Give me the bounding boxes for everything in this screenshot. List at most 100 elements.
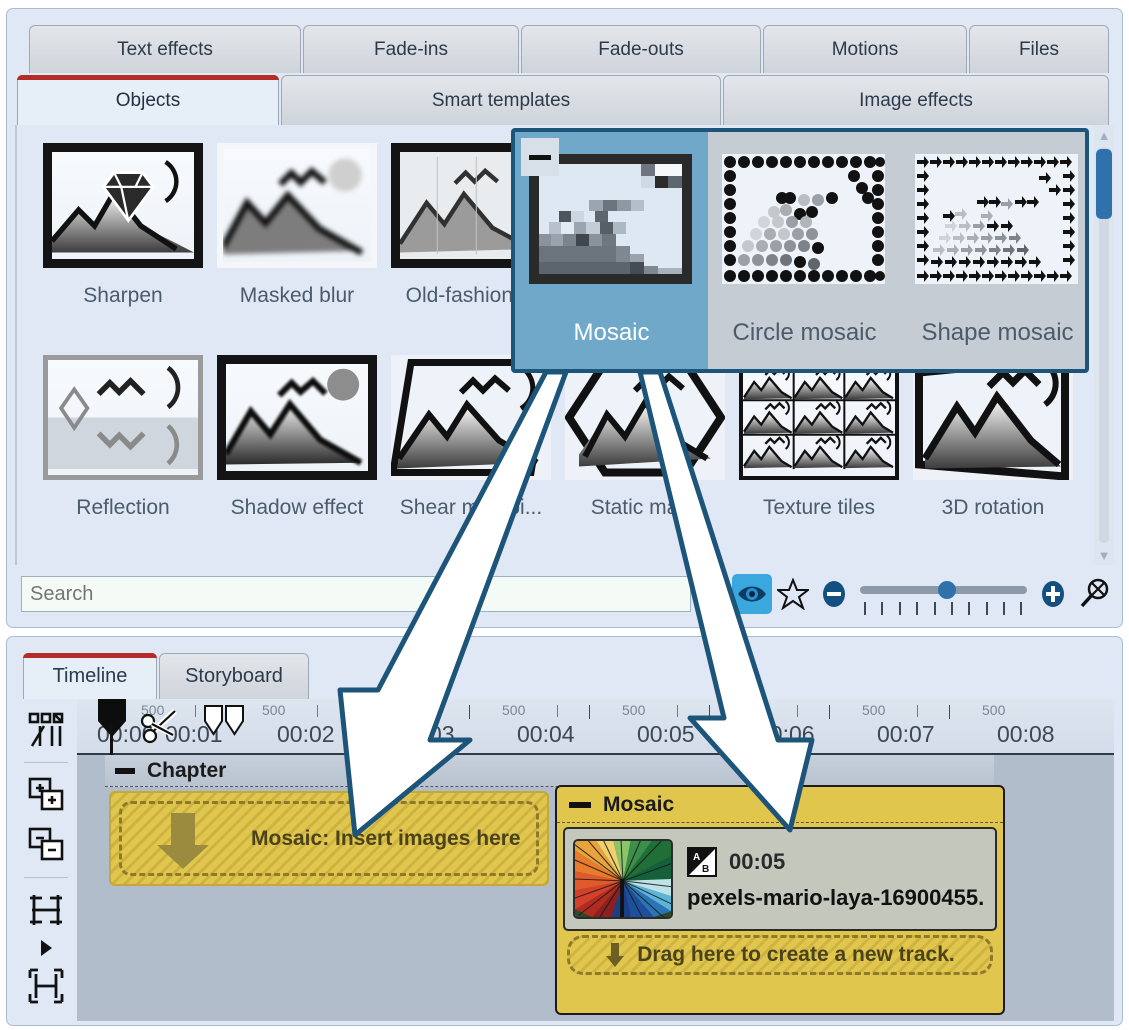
tab-label: Smart templates [432, 90, 570, 112]
effect-item-masked-blur[interactable]: Masked blur [207, 143, 387, 343]
plus-circle-icon[interactable] [1033, 572, 1074, 616]
ab-transition-icon: A B [687, 847, 717, 877]
clip-duration: 00:05 [729, 849, 785, 875]
mosaic-group-header[interactable]: Mosaic [557, 787, 1003, 823]
tab-label: Fade-outs [598, 39, 684, 61]
effect-label: Shadow effect [231, 496, 364, 520]
playhead-line [110, 725, 113, 757]
mosaic-track-group[interactable]: Mosaic [555, 785, 1005, 1015]
magnifier-reset-icon[interactable] [1073, 572, 1114, 616]
effect-label: 3D rotation [942, 496, 1045, 520]
slider-ticks [864, 602, 1023, 616]
popup-item-label: Mosaic [515, 319, 708, 347]
add-track-icon[interactable] [23, 772, 69, 818]
scissors-icon[interactable] [139, 705, 183, 750]
app-root: Text effects Fade-ins Fade-outs Motions … [0, 0, 1129, 1030]
ruler-time: 00:02 [277, 721, 335, 748]
static-mask-thumb [565, 355, 725, 480]
minimize-icon[interactable] [115, 768, 135, 774]
new-track-label: Drag here to create a new track. [637, 943, 954, 967]
fit-all-icon[interactable] [23, 963, 69, 1009]
svg-text:B: B [702, 864, 709, 875]
ruler-time: 00:04 [517, 721, 575, 748]
tab-storyboard[interactable]: Storyboard [159, 653, 309, 699]
minimize-icon[interactable] [569, 802, 591, 808]
popup-item-circle-mosaic[interactable]: Circle mosaic [708, 132, 901, 369]
effect-label: Masked blur [240, 284, 354, 308]
tab-text-effects[interactable]: Text effects [29, 25, 301, 73]
range-marker-icon[interactable] [203, 705, 247, 742]
umbrella-thumbnail [573, 839, 673, 919]
timeline-tracks: Chapter Mosaic: Insert images here [77, 755, 1114, 1021]
fit-height-icon[interactable] [23, 887, 69, 933]
search-input[interactable] [21, 576, 691, 612]
clip-filename: pexels-mario-laya-16900455. [687, 885, 984, 911]
effect-item-shear[interactable]: Shear ma...bi... [381, 355, 561, 555]
shear-thumb [391, 355, 551, 480]
effect-item-texture-tiles[interactable]: Texture tiles [729, 355, 909, 555]
effect-item-shadow-effect[interactable]: Shadow effect [207, 355, 387, 555]
tab-fade-outs[interactable]: Fade-outs [521, 25, 761, 73]
circle-mosaic-preview-thumb [722, 154, 885, 284]
cut-objects-icon[interactable] [23, 707, 69, 753]
effect-item-static-mask[interactable]: Static mask [555, 355, 735, 555]
tab-objects[interactable]: Objects [17, 75, 279, 125]
ruler-time: 00:03 [397, 721, 455, 748]
zoom-slider[interactable] [860, 574, 1027, 614]
tab-label: Motions [832, 39, 899, 61]
effect-label: Shear ma...bi... [400, 496, 542, 520]
clip-duration-row: A B 00:05 [687, 847, 984, 877]
reflection-thumb [43, 355, 203, 480]
tab-smart-templates[interactable]: Smart templates [281, 75, 721, 125]
effects-tabs-row-secondary: Objects Smart templates Image effects [7, 75, 1122, 125]
effects-grid-row-2: Reflection [15, 355, 1114, 555]
star-icon[interactable] [772, 572, 813, 616]
mosaic-group-label: Mosaic [603, 793, 674, 817]
effect-item-reflection[interactable]: Reflection [33, 355, 213, 555]
masked-blur-thumb [217, 143, 377, 268]
svg-text:A: A [693, 852, 700, 863]
timeline-ruler[interactable]: 500 500 500 500 500 500 [77, 699, 1114, 755]
mosaic-popup[interactable]: Mosaic [511, 128, 1089, 373]
timeline-sidebar [15, 699, 77, 1021]
remove-track-icon[interactable] [23, 822, 69, 868]
tab-fade-ins[interactable]: Fade-ins [303, 25, 519, 73]
tab-label: Files [1019, 39, 1059, 61]
close-icon[interactable] [691, 572, 732, 616]
clip-metadata: A B 00:05 pexels-mario-laya-16900455. [687, 847, 984, 911]
expand-arrow-icon[interactable] [23, 937, 69, 959]
3d-rotation-thumb [913, 355, 1073, 480]
ruler-time: 00:06 [757, 721, 815, 748]
scroll-up-icon[interactable]: ▲ [1094, 125, 1114, 145]
effects-scrollbar[interactable]: ▲ ▼ [1094, 125, 1114, 565]
new-track-drop-zone[interactable]: Drag here to create a new track. [567, 935, 993, 975]
effect-item-sharpen[interactable]: Sharpen [33, 143, 213, 343]
popup-item-shape-mosaic[interactable]: Shape mosaic [901, 132, 1094, 369]
effect-label: Reflection [76, 496, 169, 520]
tab-image-effects[interactable]: Image effects [723, 75, 1109, 125]
timeline-panel: Timeline Storyboard [6, 636, 1123, 1026]
timeline-body: 500 500 500 500 500 500 [15, 699, 1114, 1021]
shadow-effect-thumb [217, 355, 377, 480]
tab-files[interactable]: Files [969, 25, 1109, 73]
effects-tabs-row-primary: Text effects Fade-ins Fade-outs Motions … [7, 25, 1122, 75]
chapter-header[interactable]: Chapter [105, 755, 994, 787]
effect-item-3d-rotation[interactable]: 3D rotation [903, 355, 1083, 555]
minus-circle-icon[interactable] [813, 572, 854, 616]
minimize-icon[interactable] [521, 138, 559, 176]
eye-icon[interactable] [732, 574, 773, 614]
empty-mosaic-track[interactable]: Mosaic: Insert images here [109, 791, 549, 886]
ruler-time: 00:08 [997, 721, 1055, 748]
scrollbar-thumb[interactable] [1096, 149, 1112, 219]
timeline-clip[interactable]: A B 00:05 pexels-mario-laya-16900455. [563, 827, 997, 931]
slider-knob[interactable] [938, 581, 956, 599]
empty-track-label: Mosaic: Insert images here [251, 827, 521, 851]
timeline-main: 500 500 500 500 500 500 [77, 699, 1114, 1021]
ruler-time: 00:07 [877, 721, 935, 748]
tab-motions[interactable]: Motions [763, 25, 967, 73]
tab-label: Text effects [117, 39, 213, 61]
tab-label: Storyboard [185, 665, 283, 688]
effect-label: Texture tiles [763, 496, 875, 520]
scroll-down-icon[interactable]: ▼ [1094, 545, 1114, 565]
tab-timeline[interactable]: Timeline [23, 653, 157, 699]
